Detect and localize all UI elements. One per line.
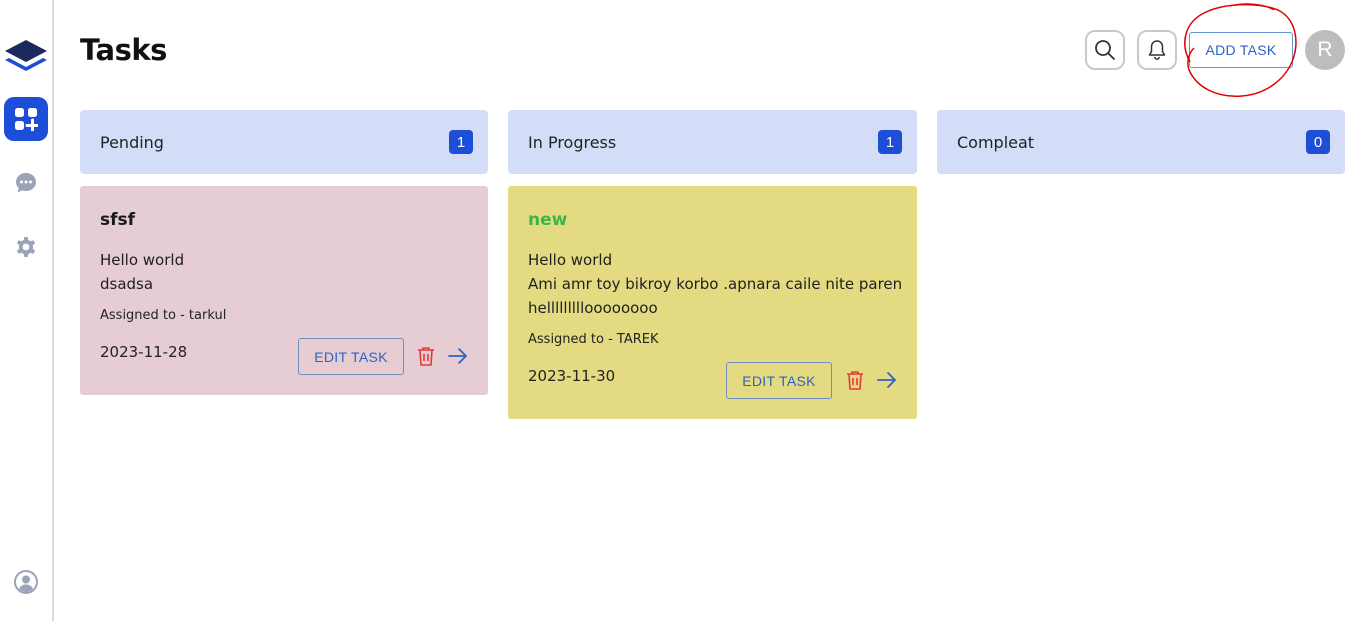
column-count-badge: 0 xyxy=(1306,130,1330,154)
sidebar-item-settings[interactable] xyxy=(4,225,48,269)
add-task-button[interactable]: ADD TASK xyxy=(1189,32,1293,68)
column-title: Compleat xyxy=(957,132,1035,152)
description-line: Hello world xyxy=(100,251,185,269)
column-count-badge: 1 xyxy=(878,130,902,154)
column-title: Pending xyxy=(100,132,164,152)
description-line: hellllllllloooooooo xyxy=(528,299,658,317)
column-header-pending: Pending 1 xyxy=(80,110,488,174)
chat-icon xyxy=(16,173,36,193)
task-description: Hello world Ami amr toy bikroy korbo .ap… xyxy=(528,248,902,320)
sidebar-item-profile[interactable] xyxy=(4,560,48,604)
layers-logo-icon[interactable] xyxy=(3,38,49,74)
user-circle-icon xyxy=(14,570,38,594)
column-header-complete: Compleat 0 xyxy=(937,110,1345,174)
page-title: Tasks xyxy=(80,33,167,67)
task-title: new xyxy=(528,210,568,230)
sidebar-item-dashboard[interactable] xyxy=(4,97,48,141)
bell-icon xyxy=(1148,40,1166,60)
sidebar-item-chat[interactable] xyxy=(4,161,48,205)
task-description: Hello world dsadsa xyxy=(100,248,184,296)
gear-icon xyxy=(16,237,36,257)
description-line: Ami amr toy bikroy korbo .apnara caile n… xyxy=(528,275,903,293)
dashboard-add-icon xyxy=(15,108,38,131)
arrow-right-icon[interactable] xyxy=(448,347,468,365)
task-card: sfsf Hello world dsadsa Assigned to - ta… xyxy=(80,186,488,395)
search-icon xyxy=(1095,40,1115,60)
sidebar xyxy=(0,0,54,621)
column-header-in-progress: In Progress 1 xyxy=(508,110,917,174)
search-button[interactable] xyxy=(1085,30,1125,70)
task-assignee: Assigned to - TAREK xyxy=(528,332,659,347)
trash-icon[interactable] xyxy=(417,346,435,366)
description-line: dsadsa xyxy=(100,275,154,293)
description-line: Hello world xyxy=(528,251,613,269)
notifications-button[interactable] xyxy=(1137,30,1177,70)
task-card: new Hello world Ami amr toy bikroy korbo… xyxy=(508,186,917,419)
task-date: 2023-11-28 xyxy=(100,343,188,361)
arrow-right-icon[interactable] xyxy=(877,371,897,389)
column-count-badge: 1 xyxy=(449,130,473,154)
column-title: In Progress xyxy=(528,132,617,152)
task-date: 2023-11-30 xyxy=(528,367,616,385)
avatar[interactable]: R xyxy=(1305,30,1345,70)
edit-task-button[interactable]: EDIT TASK xyxy=(726,362,832,399)
trash-icon[interactable] xyxy=(846,370,864,390)
task-assignee: Assigned to - tarkul xyxy=(100,308,227,323)
edit-task-button[interactable]: EDIT TASK xyxy=(298,338,404,375)
task-title: sfsf xyxy=(100,210,136,230)
